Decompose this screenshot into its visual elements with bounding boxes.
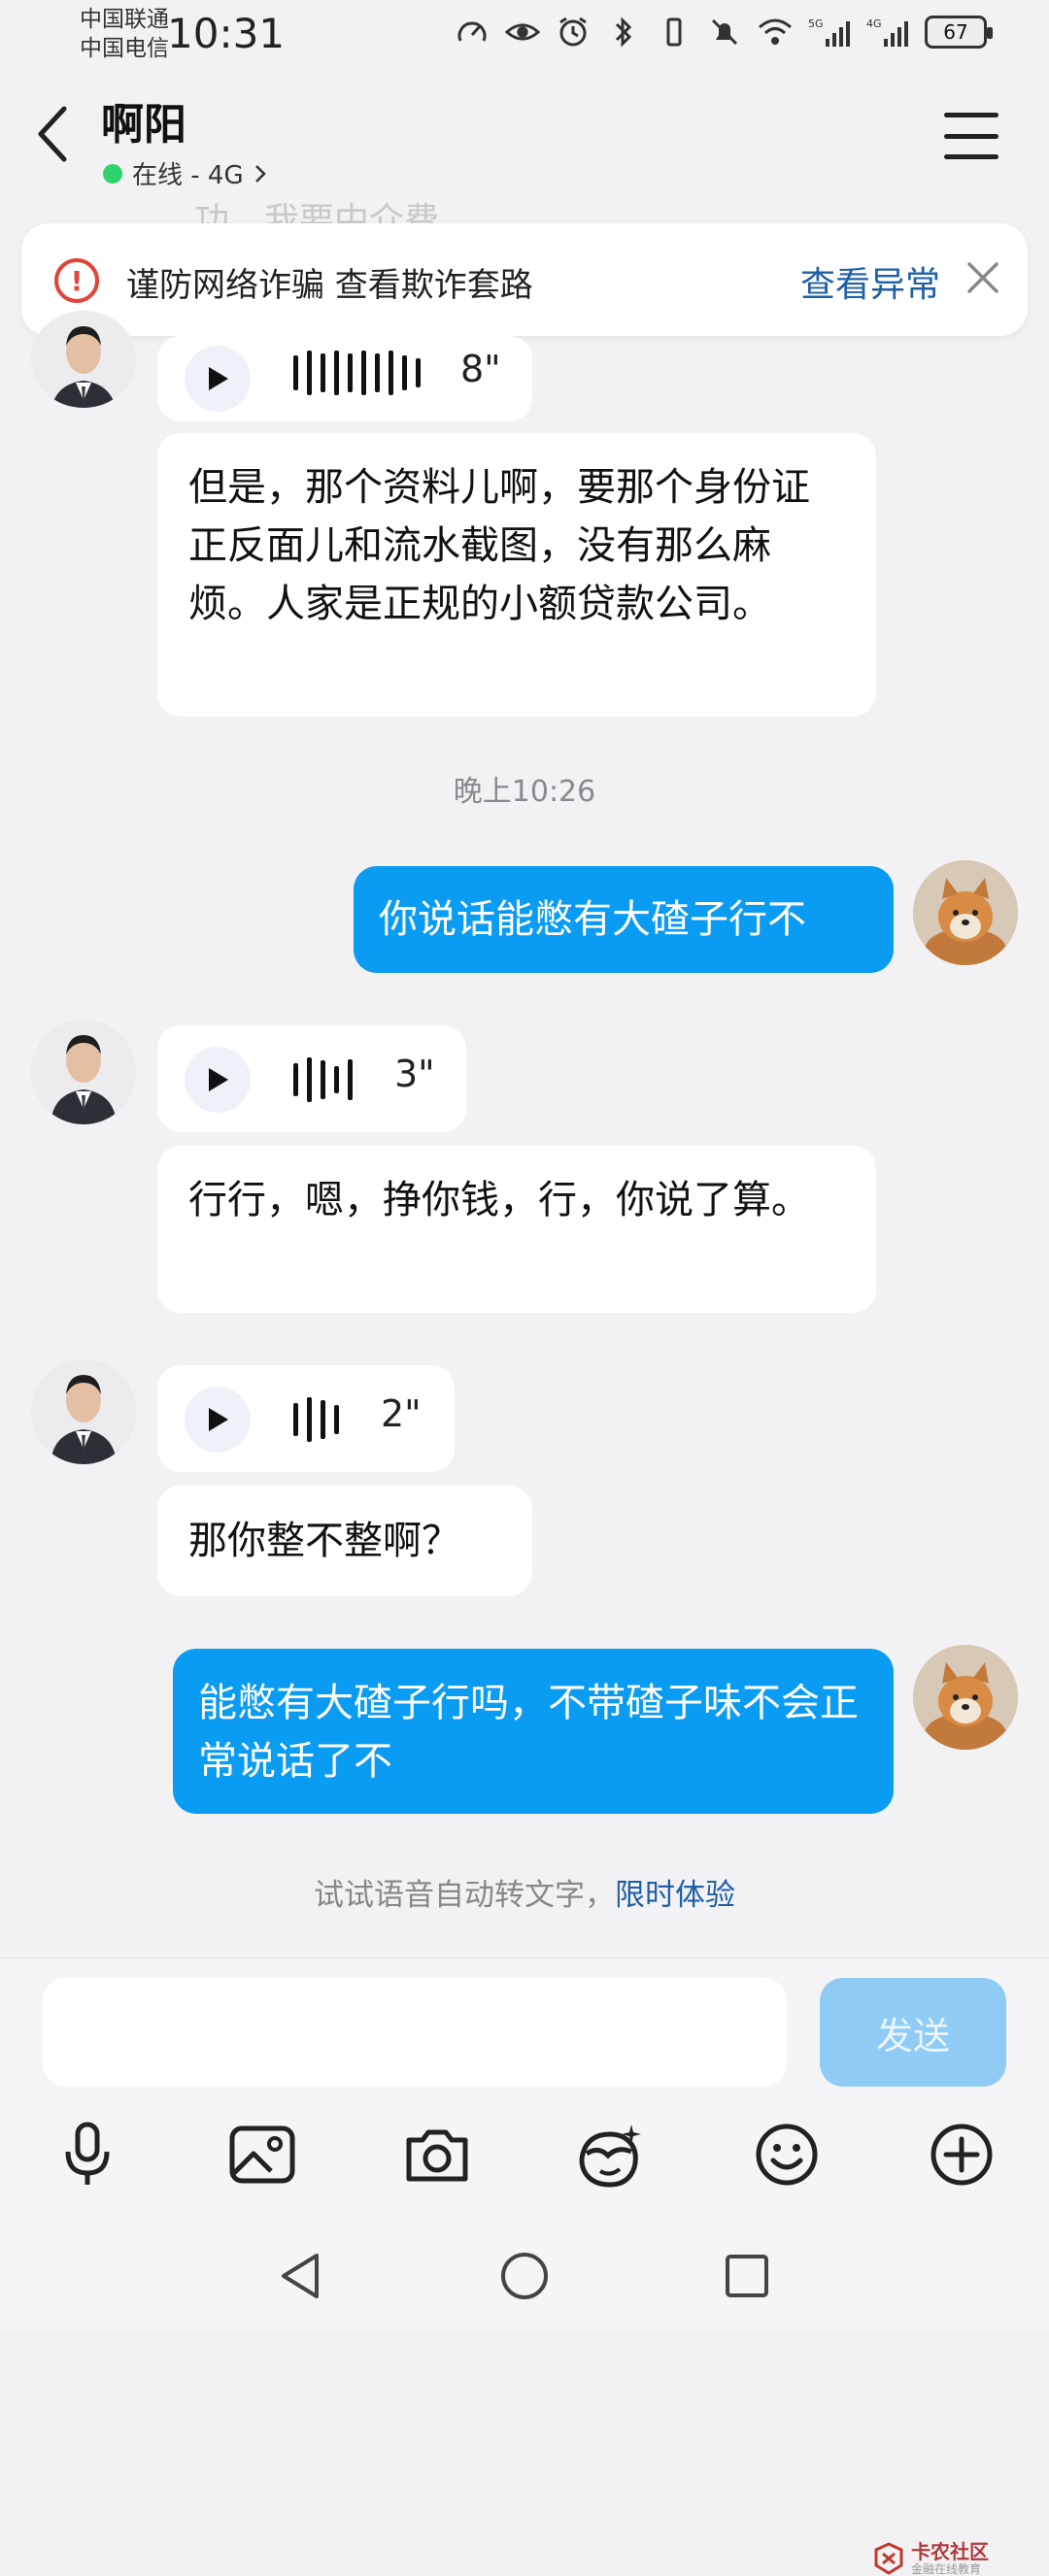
svg-text:5G: 5G <box>808 17 824 30</box>
input-area: 发送 卡农社区 金融在线教育 <box>0 1957 1049 2576</box>
voice-message[interactable]: 8" <box>157 336 532 421</box>
contact-avatar[interactable] <box>31 1020 136 1124</box>
signal-4g-icon: 4G <box>866 16 909 49</box>
message-bubble-incoming[interactable]: 那你整不整啊？ <box>157 1486 532 1596</box>
status-bar: 中国联通 中国电信 10:31 5G 4G 67 <box>0 0 1049 68</box>
watermark-title: 卡农社区 <box>911 2540 989 2563</box>
user-avatar[interactable] <box>913 1645 1018 1750</box>
warning-icon: ! <box>54 258 99 303</box>
svg-text:4G: 4G <box>866 17 882 30</box>
watermark-logo-icon <box>874 2542 903 2575</box>
image-icon[interactable] <box>223 2116 301 2193</box>
online-dot <box>103 163 122 184</box>
sticker-icon[interactable] <box>571 2116 649 2193</box>
audio-waveform <box>293 351 421 395</box>
message-input[interactable] <box>43 1978 787 2087</box>
contact-avatar[interactable] <box>31 1359 136 1464</box>
triangle-back-icon <box>282 2254 319 2298</box>
wifi-icon <box>758 16 793 49</box>
eye-icon <box>505 16 540 49</box>
camera-icon[interactable] <box>398 2116 476 2193</box>
audio-waveform <box>293 1397 339 1442</box>
hint-text: 试试语音自动转文字， <box>314 1878 615 1913</box>
voice-duration: 3" <box>394 1053 435 1095</box>
close-icon <box>967 262 998 293</box>
close-banner-button[interactable] <box>964 258 1002 297</box>
hint-link[interactable]: 限时体验 <box>615 1878 735 1913</box>
watermark-subtitle: 金融在线教育 <box>911 2562 982 2576</box>
menu-button[interactable] <box>944 113 998 159</box>
send-button[interactable]: 发送 <box>820 1978 1006 2087</box>
view-anomaly-link[interactable]: 查看异常 <box>800 256 940 307</box>
play-icon <box>209 1408 228 1431</box>
voice-message[interactable]: 3" <box>157 1025 466 1132</box>
message-bubble-outgoing[interactable]: 能憋有大碴子行吗，不带碴子味不会正常说话了不 <box>173 1649 894 1814</box>
online-status-label: 在线 - 4G <box>132 161 244 190</box>
partial-message: 功，我要中介费。 <box>194 201 475 223</box>
nav-back-button[interactable] <box>266 2242 334 2310</box>
chevron-right-icon <box>254 164 266 183</box>
carrier-2: 中国电信 <box>80 36 169 61</box>
speed-icon <box>455 16 490 49</box>
vibrate-icon <box>657 16 692 49</box>
watermark: 卡农社区 金融在线教育 <box>872 2541 989 2576</box>
play-button[interactable] <box>185 1387 251 1453</box>
back-button[interactable] <box>27 103 78 165</box>
audio-waveform <box>293 1057 353 1102</box>
battery-level: 67 <box>943 20 968 44</box>
signal-5g-icon: 5G <box>808 16 851 49</box>
emoji-icon[interactable] <box>748 2116 826 2193</box>
fraud-warning-text: 谨防网络诈骗 查看欺诈套路 <box>126 266 533 305</box>
user-avatar[interactable] <box>913 860 1018 965</box>
contact-name[interactable]: 啊阳 <box>101 89 186 151</box>
online-status[interactable]: 在线 - 4G <box>103 155 267 191</box>
message-bubble-incoming[interactable]: 但是，那个资料儿啊，要那个身份证正反面儿和流水截图，没有那么麻烦。人家是正规的小… <box>157 433 876 717</box>
contact-avatar[interactable] <box>31 311 136 408</box>
plus-icon[interactable] <box>923 2116 1000 2193</box>
status-time: 10:31 <box>167 10 286 57</box>
mute-bell-icon <box>707 16 742 49</box>
square-recents-icon <box>726 2255 768 2297</box>
microphone-icon[interactable] <box>49 2116 126 2193</box>
message-timestamp: 晚上10:26 <box>453 775 596 809</box>
fraud-warning-banner: ! 谨防网络诈骗 查看欺诈套路 查看异常 <box>21 223 1028 336</box>
message-bubble-incoming[interactable]: 行行，嗯，挣你钱，行，你说了算。 <box>157 1146 876 1313</box>
play-icon <box>209 1068 228 1091</box>
circle-home-icon <box>501 2253 548 2299</box>
play-button[interactable] <box>185 1047 251 1113</box>
carrier-1: 中国联通 <box>80 7 169 32</box>
chat-header: 啊阳 在线 - 4G <box>0 68 1049 202</box>
toolbar <box>0 2116 1049 2203</box>
play-icon <box>209 367 228 390</box>
message-bubble-outgoing[interactable]: 你说话能憋有大碴子行不 <box>354 866 894 973</box>
chevron-left-icon <box>38 106 67 162</box>
voice-to-text-hint: 试试语音自动转文字，限时体验 <box>0 1870 1049 1914</box>
system-navigation-bar: 卡农社区 金融在线教育 <box>0 2242 1049 2576</box>
play-button[interactable] <box>185 346 251 412</box>
nav-home-button[interactable] <box>491 2242 558 2310</box>
battery-indicator: 67 <box>925 16 993 49</box>
status-icons: 5G 4G 67 <box>455 16 993 49</box>
nav-recents-button[interactable] <box>713 2242 781 2310</box>
voice-message[interactable]: 2" <box>157 1365 455 1472</box>
alarm-icon <box>556 16 591 49</box>
voice-duration: 2" <box>381 1392 422 1435</box>
bluetooth-icon <box>606 16 641 49</box>
voice-duration: 8" <box>460 348 501 390</box>
